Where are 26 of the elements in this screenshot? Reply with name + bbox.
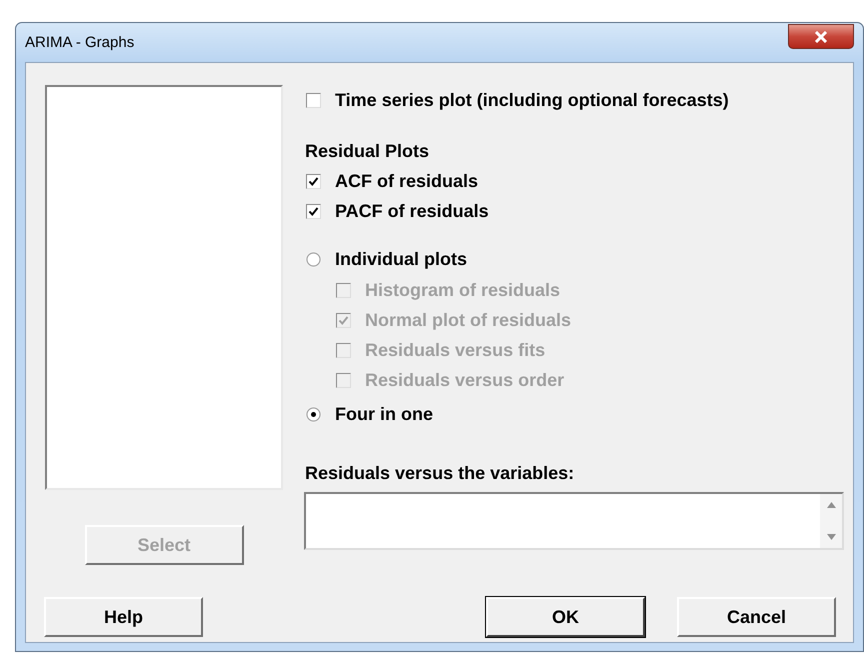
checkbox[interactable] (306, 204, 321, 218)
dialog-button[interactable]: OK (486, 597, 645, 637)
section-heading: Residual Plots (305, 140, 430, 162)
checkbox-label: Time series plot (including optional forecasts) (335, 90, 729, 110)
field-label: Residuals versus the variables: (305, 462, 574, 484)
checkbox-label: Residuals versus fits (365, 340, 546, 360)
checkbox-label: Normal plot of residuals (365, 310, 572, 330)
radio-label: Four in one (335, 404, 433, 424)
checkbox-label: Residuals versus order (365, 370, 564, 390)
scroll-up-icon[interactable] (826, 502, 836, 508)
dialog-button[interactable]: Cancel (677, 597, 836, 637)
scrollbar[interactable] (820, 494, 842, 548)
checkbox[interactable] (306, 92, 321, 108)
checkbox[interactable] (306, 174, 321, 188)
radio-button[interactable] (306, 252, 321, 266)
radio-label: Individual plots (335, 248, 468, 270)
window-title: ARIMA - Graphs (25, 34, 134, 51)
close-button[interactable] (788, 24, 854, 49)
dialog-button[interactable]: Help (44, 597, 203, 637)
checkbox-label: PACF of residuals (335, 200, 489, 222)
close-icon (814, 30, 828, 42)
scroll-down-icon[interactable] (826, 534, 836, 540)
checkbox-label: Histogram of residuals (365, 280, 560, 300)
variables-field[interactable] (304, 492, 844, 550)
radio-button[interactable] (306, 406, 321, 422)
checkbox-label: ACF of residuals (335, 170, 478, 192)
